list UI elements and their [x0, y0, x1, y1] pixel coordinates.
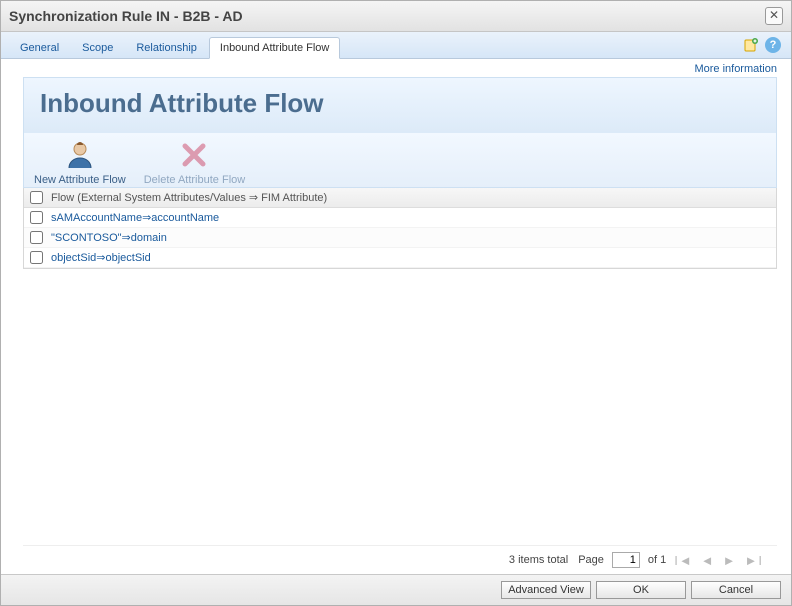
new-object-icon[interactable]: [743, 37, 759, 53]
pager-next-icon[interactable]: ►: [723, 553, 737, 568]
content: Inbound Attribute Flow New Attribute Flo…: [1, 77, 791, 574]
new-attribute-flow-label: New Attribute Flow: [34, 174, 126, 186]
spacer: [23, 269, 777, 545]
pager-controls: Page of 1 I◄ ◄ ► ►I: [578, 552, 763, 568]
items-total: 3 items total: [509, 554, 568, 566]
flow-cell[interactable]: sAMAccountName⇒accountName: [51, 211, 219, 224]
row-checkbox[interactable]: [30, 211, 43, 224]
tabbar-icons: ?: [743, 37, 781, 53]
row-checkbox[interactable]: [30, 231, 43, 244]
flow-cell[interactable]: "SCONTOSO"⇒domain: [51, 231, 167, 244]
page-label: Page: [578, 554, 604, 566]
grid-row[interactable]: objectSid⇒objectSid: [24, 248, 776, 268]
delete-attribute-flow-label: Delete Attribute Flow: [144, 174, 246, 186]
footer: Advanced View OK Cancel: [1, 574, 791, 605]
tab-inbound-attribute-flow[interactable]: Inbound Attribute Flow: [209, 37, 340, 59]
tab-general[interactable]: General: [9, 37, 70, 58]
dialog: Synchronization Rule IN - B2B - AD ✕ Gen…: [0, 0, 792, 606]
new-attribute-flow-button[interactable]: New Attribute Flow: [34, 137, 126, 186]
tab-relationship[interactable]: Relationship: [125, 37, 208, 58]
select-all-checkbox[interactable]: [30, 191, 43, 204]
cancel-button[interactable]: Cancel: [691, 581, 781, 599]
grid: Flow (External System Attributes/Values …: [23, 188, 777, 269]
delete-icon: [175, 137, 213, 172]
delete-attribute-flow-button: Delete Attribute Flow: [144, 137, 246, 186]
more-information-link[interactable]: More information: [694, 63, 777, 75]
flow-cell[interactable]: objectSid⇒objectSid: [51, 251, 151, 264]
pager: 3 items total Page of 1 I◄ ◄ ► ►I: [23, 545, 777, 574]
pager-first-icon[interactable]: I◄: [674, 553, 692, 568]
dialog-title: Synchronization Rule IN - B2B - AD: [9, 8, 243, 24]
help-icon[interactable]: ?: [765, 37, 781, 53]
user-icon: [61, 137, 99, 172]
tabbar: General Scope Relationship Inbound Attri…: [1, 32, 791, 59]
page-title: Inbound Attribute Flow: [40, 88, 760, 119]
grid-header: Flow (External System Attributes/Values …: [24, 188, 776, 208]
grid-header-label: Flow (External System Attributes/Values …: [51, 191, 327, 204]
info-link-row: More information: [1, 59, 791, 77]
grid-row[interactable]: "SCONTOSO"⇒domain: [24, 228, 776, 248]
page-input[interactable]: [612, 552, 640, 568]
tab-scope[interactable]: Scope: [71, 37, 124, 58]
grid-row[interactable]: sAMAccountName⇒accountName: [24, 208, 776, 228]
pager-last-icon[interactable]: ►I: [745, 553, 763, 568]
page-of: of 1: [648, 554, 666, 566]
pager-prev-icon[interactable]: ◄: [701, 553, 715, 568]
toolbar: New Attribute Flow Delete Attribute Flow: [23, 133, 777, 188]
close-button[interactable]: ✕: [765, 7, 783, 25]
advanced-view-button[interactable]: Advanced View: [501, 581, 591, 599]
ok-button[interactable]: OK: [596, 581, 686, 599]
page-header: Inbound Attribute Flow: [23, 77, 777, 133]
titlebar: Synchronization Rule IN - B2B - AD ✕: [1, 1, 791, 32]
row-checkbox[interactable]: [30, 251, 43, 264]
